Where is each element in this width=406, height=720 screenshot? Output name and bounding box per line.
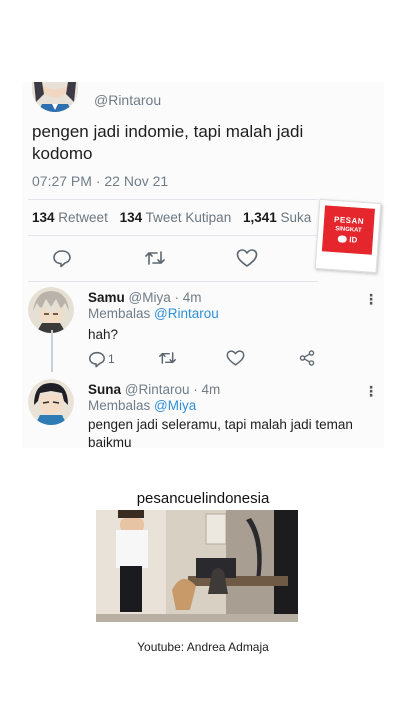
reply-button[interactable]: 1 (88, 349, 115, 369)
share-button[interactable] (298, 349, 316, 372)
reply-author[interactable]: Suna @Rintarou · 4m (88, 382, 220, 397)
like-label: Suka (280, 210, 312, 225)
chat-bubble-icon (337, 235, 348, 244)
logo-badge: PESAN SINGKAT ID (321, 205, 375, 255)
reply-tweet-samu[interactable]: Samu @Miya · 4m Membalas @Rintarou hah? … (28, 287, 378, 379)
logo-text-line1: PESAN (333, 215, 365, 227)
reply-display-name: Samu (88, 290, 125, 305)
pesan-singkat-id-logo: PESAN SINGKAT ID (314, 198, 382, 274)
more-options-icon[interactable]: ⋮ (364, 383, 378, 400)
replying-to: Membalas @Miya (88, 398, 196, 413)
replying-to: Membalas @Rintarou (88, 306, 219, 321)
like-stat[interactable]: 1,341 Suka (243, 210, 311, 225)
reply-handle-time: @Rintarou · 4m (124, 382, 221, 397)
reply-display-name: Suna (88, 382, 122, 397)
thread-connector-line (51, 330, 53, 372)
heart-icon (226, 349, 245, 367)
retweet-icon (158, 349, 177, 367)
reply-text: hah? (88, 327, 119, 342)
main-tweet-stats: 134 Retweet 134 Tweet Kutipan 1,341 Suka (32, 210, 311, 225)
mention-link[interactable]: @Miya (154, 398, 196, 413)
logo-text-id: ID (349, 235, 358, 245)
reply-icon (88, 350, 106, 368)
heart-icon (236, 248, 258, 268)
suna-avatar[interactable] (28, 379, 74, 425)
divider (28, 235, 318, 236)
retweet-button[interactable] (158, 349, 177, 372)
retweet-count: 134 (32, 210, 55, 225)
quote-count: 134 (119, 210, 143, 225)
quote-label: Tweet Kutipan (145, 210, 232, 225)
quote-stat[interactable]: 134 Tweet Kutipan (120, 210, 232, 225)
main-like-button[interactable] (236, 248, 258, 270)
retweet-stat[interactable]: 134 Retweet (32, 210, 108, 225)
reply-count: 1 (108, 352, 115, 366)
video-credit: Youtube: Andrea Admaja (137, 640, 269, 654)
main-tweet-handle[interactable]: @Rintarou (94, 92, 161, 108)
logo-text-line3: ID (323, 233, 374, 245)
reply-tweet-suna[interactable]: Suna @Rintarou · 4m Membalas @Miya penge… (28, 379, 378, 450)
share-icon (298, 349, 316, 367)
main-reply-button[interactable] (52, 248, 72, 270)
main-tweet-timestamp[interactable]: 07:27 PM · 22 Nov 21 (32, 173, 168, 189)
divider (28, 281, 318, 282)
main-tweet-text: pengen jadi indomie, tapi malah jadi kod… (32, 122, 304, 163)
divider (28, 199, 318, 200)
more-options-icon[interactable]: ⋮ (364, 291, 378, 308)
replying-prefix: Membalas (88, 306, 151, 321)
samu-avatar[interactable] (28, 287, 74, 333)
reply-handle-time: @Miya · 4m (128, 290, 202, 305)
reply-icon (52, 248, 72, 268)
reply-author[interactable]: Samu @Miya · 4m (88, 290, 202, 305)
main-retweet-button[interactable] (144, 248, 166, 270)
replying-prefix: Membalas (88, 398, 151, 413)
like-count: 1,341 (242, 210, 277, 225)
rintarou-avatar[interactable] (32, 82, 78, 112)
retweet-icon (144, 248, 166, 268)
reply-text: pengen jadi seleramu, tapi malah jadi te… (88, 417, 353, 450)
like-button[interactable] (226, 349, 245, 372)
retweet-label: Retweet (58, 210, 108, 225)
channel-title: pesancuelindonesia (136, 490, 270, 507)
video-thumbnail[interactable] (96, 510, 298, 622)
mention-link[interactable]: @Rintarou (154, 306, 219, 321)
